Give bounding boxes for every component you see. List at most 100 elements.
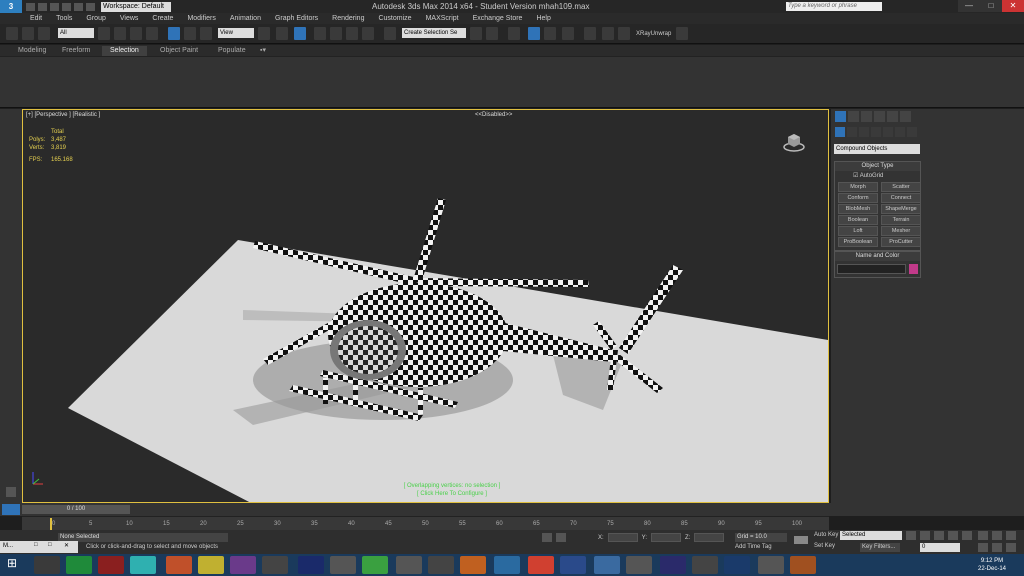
object-category-dropdown[interactable]: Compound Objects	[834, 144, 920, 154]
shapemerge-button[interactable]: ShapeMerge	[881, 204, 921, 214]
go-to-start-icon[interactable]	[906, 531, 916, 540]
field-of-view-icon[interactable]	[978, 543, 988, 552]
previous-frame-icon[interactable]	[920, 531, 930, 540]
go-to-end-icon[interactable]	[962, 531, 972, 540]
taskbar-3dsmax-icon[interactable]	[130, 556, 156, 574]
key-selection-dropdown[interactable]: Selected	[840, 531, 902, 540]
maximize-button[interactable]: □	[980, 0, 1002, 12]
named-selection-dropdown[interactable]: Create Selection Se	[402, 28, 466, 38]
viewport-disabled-label[interactable]: <<Disabled>>	[475, 112, 512, 118]
taskbar-photoshop-icon[interactable]	[298, 556, 324, 574]
reference-coordinate-dropdown[interactable]: View	[218, 28, 254, 38]
tab-freeform[interactable]: Freeform	[54, 46, 98, 56]
proboolean-button[interactable]: ProBoolean	[838, 237, 878, 247]
percent-snap-icon[interactable]	[346, 27, 358, 40]
save-file-icon[interactable]	[50, 2, 59, 11]
select-object-icon[interactable]	[98, 27, 110, 40]
snaps-toggle-icon[interactable]	[314, 27, 326, 40]
menu-group[interactable]: Group	[86, 15, 105, 22]
expand-arrow-icon[interactable]	[6, 487, 16, 497]
orbit-icon[interactable]	[1006, 543, 1016, 552]
angle-snap-icon[interactable]	[330, 27, 342, 40]
open-file-icon[interactable]	[38, 2, 47, 11]
current-frame-field[interactable]: 0	[920, 543, 960, 552]
taskbar-app-3-icon[interactable]	[98, 556, 124, 574]
conform-button[interactable]: Conform	[838, 193, 878, 203]
loft-button[interactable]: Loft	[838, 226, 878, 236]
systems-icon[interactable]	[907, 127, 917, 137]
select-and-scale-icon[interactable]	[200, 27, 212, 40]
menu-exchange-store[interactable]: Exchange Store	[473, 15, 523, 22]
taskbar-app-13-icon[interactable]	[428, 556, 454, 574]
menu-views[interactable]: Views	[120, 15, 139, 22]
cameras-icon[interactable]	[871, 127, 881, 137]
select-and-rotate-icon[interactable]	[184, 27, 196, 40]
hold-icon[interactable]	[86, 2, 95, 11]
auto-key-button[interactable]: Auto Key	[814, 532, 838, 538]
taskbar-app-17-icon[interactable]	[560, 556, 586, 574]
boolean-button[interactable]: Boolean	[838, 215, 878, 225]
taskbar-clock[interactable]: 9:12 PM 22-Dec-14	[978, 557, 1006, 573]
procutter-button[interactable]: ProCutter	[881, 237, 921, 247]
helpers-icon[interactable]	[883, 127, 893, 137]
pivot-center-icon[interactable]	[258, 27, 270, 40]
terrain-button[interactable]: Terrain	[881, 215, 921, 225]
play-icon[interactable]	[934, 531, 944, 540]
viewport-label[interactable]: [+] [Perspective ] [Realistic ]	[26, 112, 100, 118]
workspace-dropdown[interactable]: Workspace: Default	[101, 1, 171, 12]
tab-populate[interactable]: Populate	[210, 46, 254, 56]
menu-create[interactable]: Create	[152, 15, 173, 22]
taskbar-app-14-icon[interactable]	[460, 556, 486, 574]
autogrid-checkbox[interactable]: ☑ AutoGrid	[835, 171, 920, 181]
selection-region-icon[interactable]	[130, 27, 142, 40]
taskbar-app-12-icon[interactable]	[396, 556, 422, 574]
taskbar-app-23-icon[interactable]	[758, 556, 784, 574]
xray-unwrap-label[interactable]: XRayUnwrap	[636, 31, 671, 37]
z-coordinate-field[interactable]	[694, 533, 725, 542]
taskbar-app-5-icon[interactable]	[166, 556, 192, 574]
perspective-viewport[interactable]: [+] [Perspective ] [Realistic ] <<Disabl…	[22, 109, 829, 503]
add-time-tag-button[interactable]: Add Time Tag	[735, 544, 772, 550]
selection-filter-dropdown[interactable]: All	[58, 28, 94, 38]
connect-button[interactable]: Connect	[881, 193, 921, 203]
mini-curve-editor-icon[interactable]	[2, 504, 20, 515]
windows-start-icon[interactable]: ⊞	[2, 556, 22, 574]
zoom-icon[interactable]	[978, 531, 988, 540]
system-tray[interactable]	[900, 560, 960, 570]
pan-icon[interactable]	[992, 543, 1002, 552]
taskbar-app-20-icon[interactable]	[660, 556, 686, 574]
layer-manager-icon[interactable]	[528, 27, 540, 40]
viewcube-icon[interactable]	[783, 130, 805, 152]
display-tab-icon[interactable]	[887, 111, 898, 122]
set-key-button[interactable]: Set Key	[814, 543, 835, 549]
scatter-button[interactable]: Scatter	[881, 182, 921, 192]
bind-space-warp-icon[interactable]	[38, 27, 50, 40]
zoom-all-icon[interactable]	[992, 531, 1002, 540]
select-manipulate-icon[interactable]	[276, 27, 288, 40]
menu-maxscript[interactable]: MAXScript	[426, 15, 459, 22]
window-crossing-icon[interactable]	[146, 27, 158, 40]
taskbar-app-2-icon[interactable]	[66, 556, 92, 574]
menu-tools[interactable]: Tools	[56, 15, 72, 22]
mini-maximize-icon[interactable]: □	[48, 542, 52, 548]
new-file-icon[interactable]	[26, 2, 35, 11]
taskbar-app-1-icon[interactable]	[34, 556, 60, 574]
mesher-button[interactable]: Mesher	[881, 226, 921, 236]
mini-close-icon[interactable]: ✕	[64, 542, 69, 549]
menu-graph-editors[interactable]: Graph Editors	[275, 15, 318, 22]
y-coordinate-field[interactable]	[651, 533, 682, 542]
taskbar-app-6-icon[interactable]	[198, 556, 224, 574]
keyboard-shortcut-override-icon[interactable]	[294, 27, 306, 40]
render-frame-icon[interactable]	[618, 27, 630, 40]
track-bar[interactable]: 0 5 10 15 20 25 30 35 40 45 50 55 60 65 70 75 80 85 90 95 10…	[22, 516, 829, 530]
time-slider[interactable]: 0 / 100	[22, 505, 130, 514]
next-frame-icon[interactable]	[948, 531, 958, 540]
taskbar-app-7-icon[interactable]	[230, 556, 256, 574]
lock-selection-icon[interactable]	[542, 533, 552, 542]
utilities-tab-icon[interactable]	[900, 111, 911, 122]
minimize-button[interactable]: —	[958, 0, 980, 12]
teapot-render-icon[interactable]	[676, 27, 688, 40]
object-color-swatch[interactable]	[909, 264, 918, 274]
render-setup-icon[interactable]	[602, 27, 614, 40]
tab-selection[interactable]: Selection	[102, 46, 147, 56]
